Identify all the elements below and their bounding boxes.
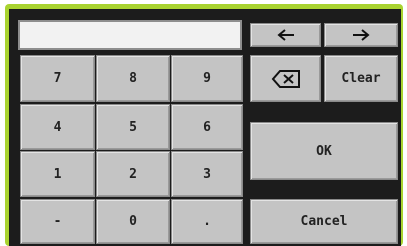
key-7[interactable]: 7	[20, 55, 95, 102]
backspace-icon	[271, 69, 301, 89]
key-1[interactable]: 1	[20, 151, 95, 197]
key-5[interactable]: 5	[96, 104, 170, 150]
key-minus[interactable]: -	[20, 199, 95, 244]
clear-button[interactable]: Clear	[324, 55, 398, 102]
arrow-right-icon	[352, 29, 370, 41]
ok-button[interactable]: OK	[250, 122, 398, 180]
key-6[interactable]: 6	[171, 104, 243, 150]
cursor-right-button[interactable]	[324, 23, 398, 47]
cursor-left-button[interactable]	[250, 23, 321, 47]
key-0[interactable]: 0	[96, 199, 170, 244]
key-8[interactable]: 8	[96, 55, 170, 102]
backspace-button[interactable]	[250, 55, 321, 102]
key-9[interactable]: 9	[171, 55, 243, 102]
key-dot[interactable]: .	[171, 199, 243, 244]
key-3[interactable]: 3	[171, 151, 243, 197]
key-4[interactable]: 4	[20, 104, 95, 150]
cancel-button[interactable]: Cancel	[250, 199, 398, 244]
number-display-field[interactable]	[18, 20, 242, 50]
arrow-left-icon	[276, 29, 295, 41]
key-2[interactable]: 2	[96, 151, 170, 197]
